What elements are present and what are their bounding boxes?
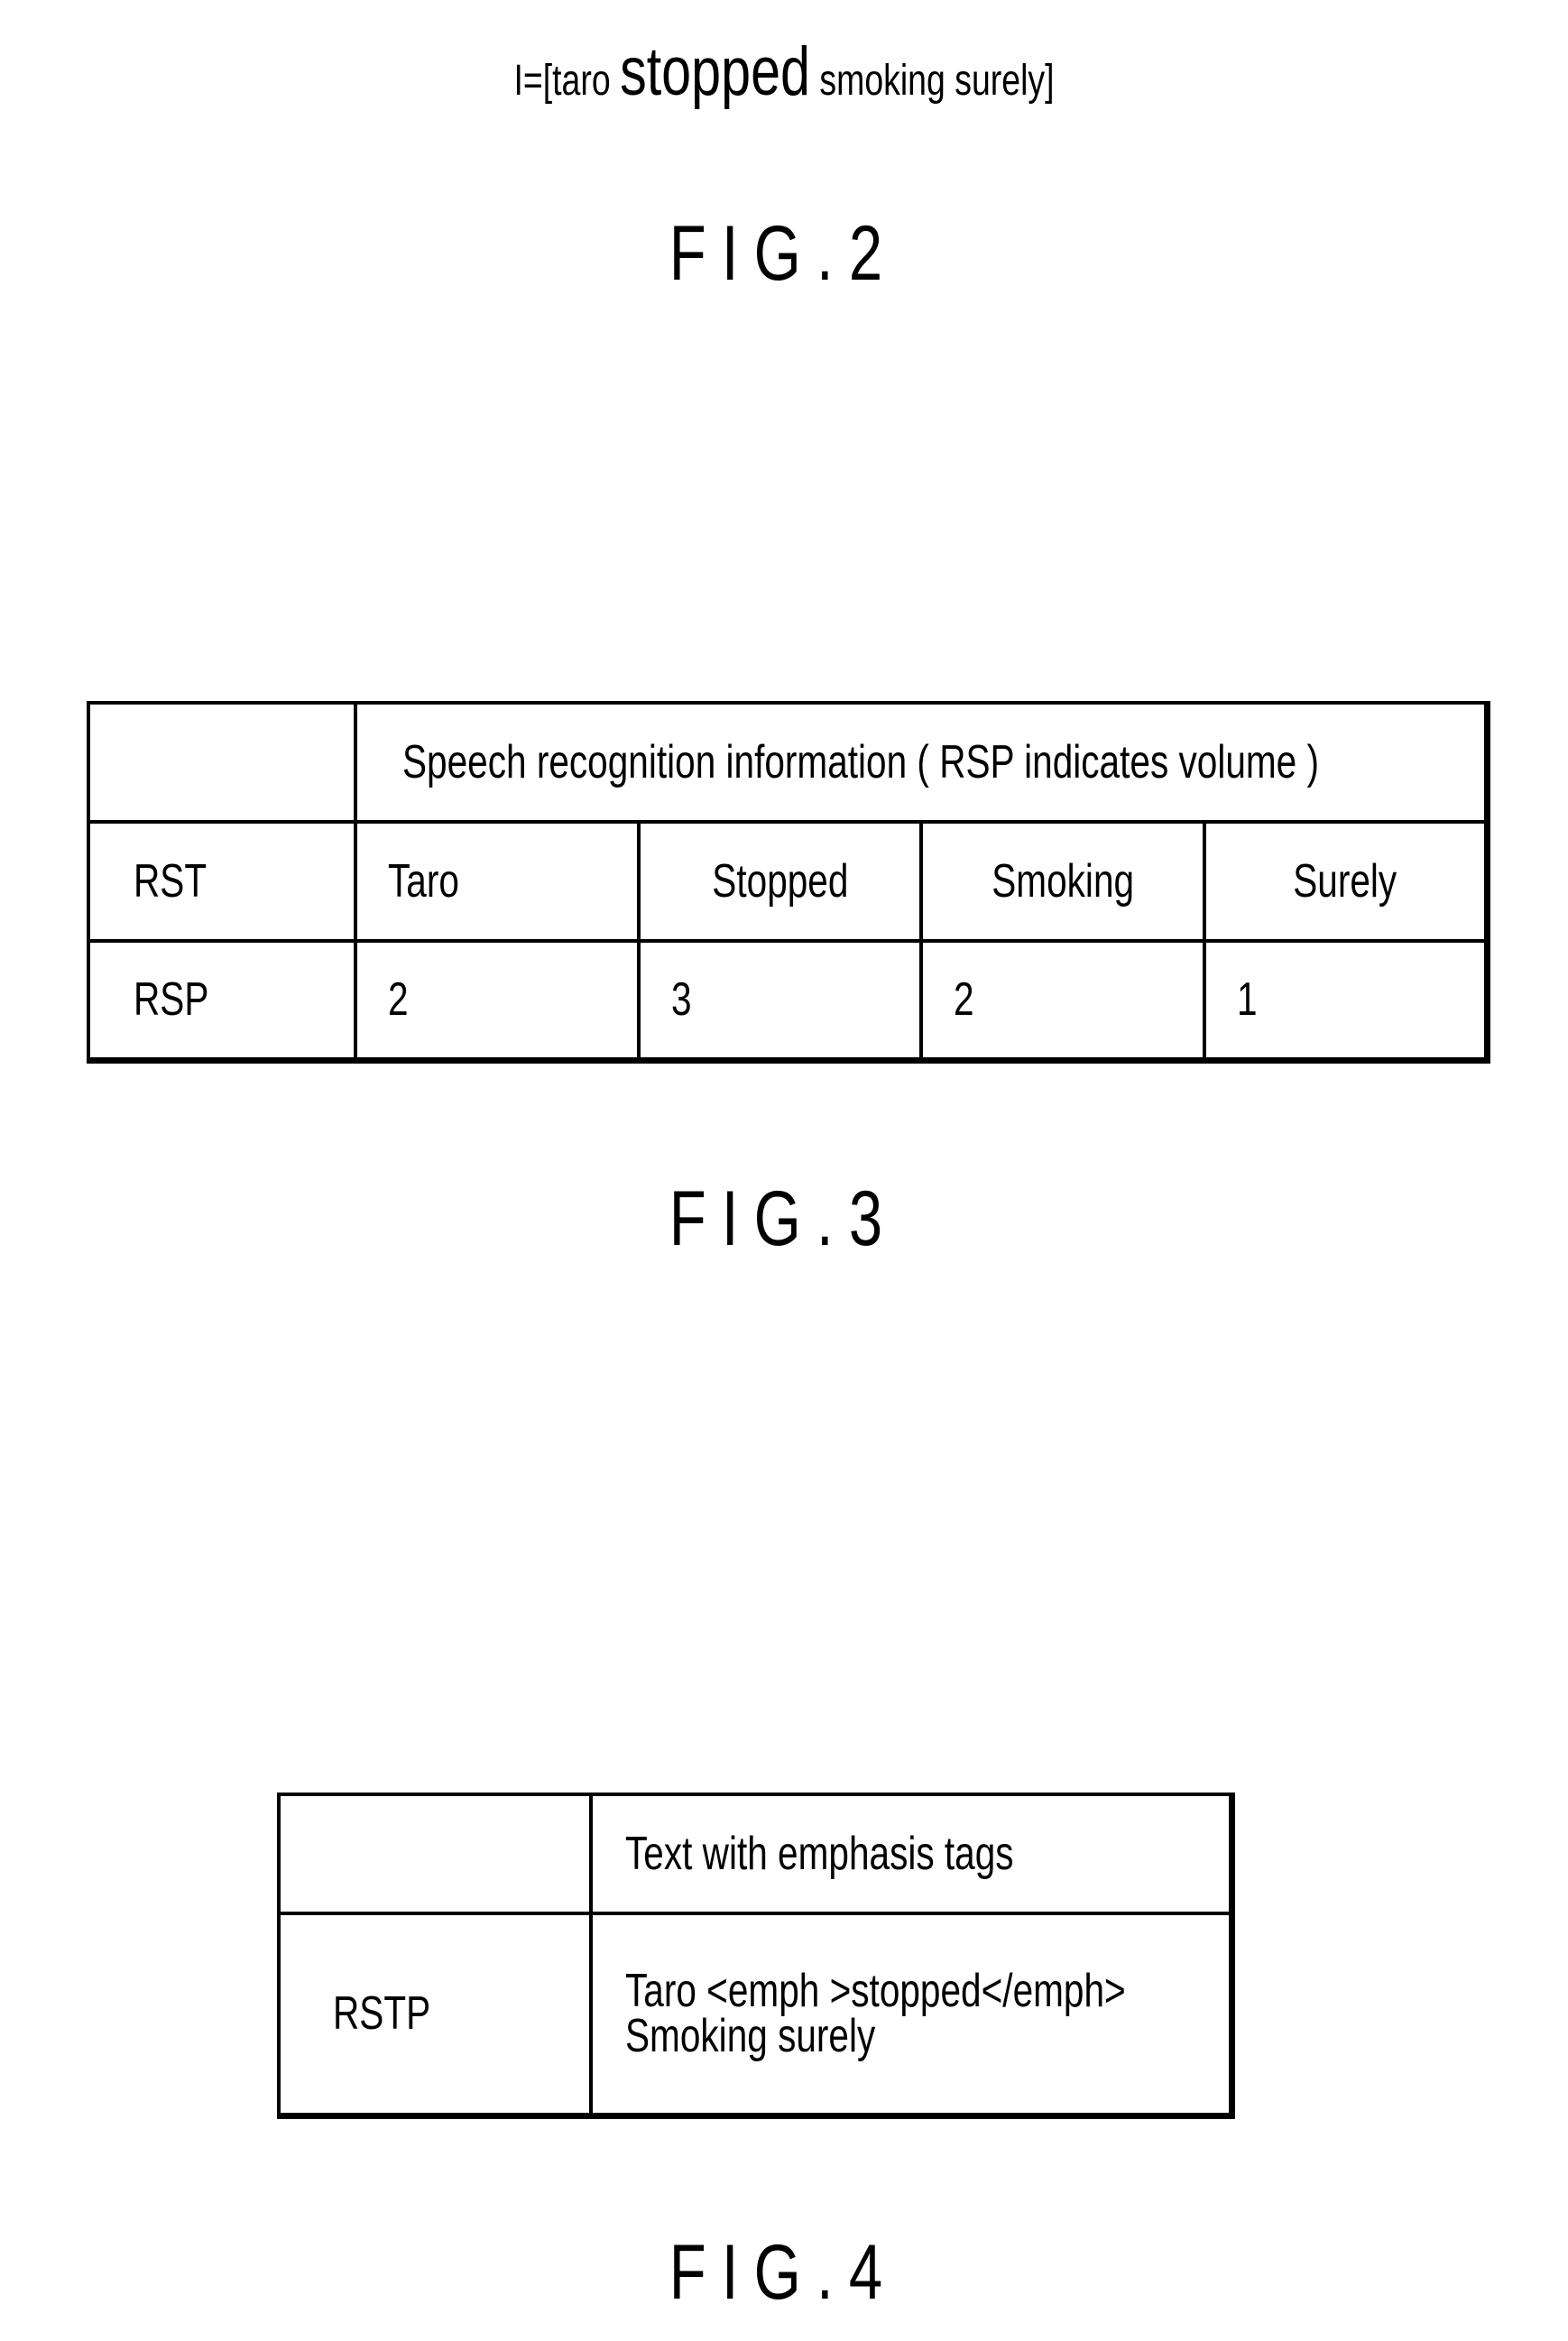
fig4-header-cell: Text with emphasis tags bbox=[589, 1793, 1234, 1915]
fig4-header-text: Text with emphasis tags bbox=[625, 1828, 1014, 1880]
fig3-label-text: FIG.3 bbox=[669, 1175, 899, 1262]
table-cell: 2 bbox=[919, 939, 1206, 1062]
row-label: RST bbox=[87, 820, 357, 943]
cell-text: Taro bbox=[388, 855, 459, 908]
cell-text: 3 bbox=[670, 973, 692, 1027]
row-label-text: RST bbox=[134, 855, 208, 908]
table-cell: Surely bbox=[1202, 820, 1490, 943]
table-cell: Taro <emph >stopped</emph> Smoking surel… bbox=[589, 1912, 1234, 2117]
cell-text: Smoking bbox=[992, 855, 1134, 908]
table-cell: 1 bbox=[1202, 939, 1490, 1062]
fig3-label: FIG.3 bbox=[0, 1175, 1568, 1264]
table-cell: Smoking bbox=[919, 820, 1206, 943]
fig2-sentence: I=[taro stopped smoking surely] bbox=[0, 36, 1568, 117]
cell-text: 2 bbox=[388, 973, 409, 1027]
table-cell: 2 bbox=[354, 939, 641, 1062]
table-cell: Stopped bbox=[636, 820, 924, 943]
fig4-table: Text with emphasis tags RSTP Taro <emph … bbox=[277, 1793, 1235, 2119]
sentence-prefix: I=[taro bbox=[513, 57, 621, 105]
cell-text: Stopped bbox=[711, 855, 848, 908]
fig4-label-text: FIG.4 bbox=[669, 2229, 899, 2316]
tagged-text-line-2: Smoking surely bbox=[625, 2010, 876, 2063]
row-label-text: RSTP bbox=[333, 1987, 431, 2041]
fig3-corner-cell bbox=[87, 701, 357, 824]
cell-text: 2 bbox=[954, 973, 974, 1027]
fig2-label-text: FIG.2 bbox=[669, 210, 899, 297]
table-cell: 3 bbox=[636, 939, 924, 1062]
sentence-emphasized-word: stopped bbox=[620, 33, 811, 110]
row-label: RSTP bbox=[277, 1912, 593, 2117]
fig4-corner-cell bbox=[277, 1793, 593, 1915]
fig2-sentence-text: I=[taro stopped smoking surely] bbox=[513, 36, 1054, 117]
row-label: RSP bbox=[87, 939, 357, 1062]
table-row: RSTP Taro <emph >stopped</emph> Smoking … bbox=[277, 1912, 1234, 2117]
fig4-label: FIG.4 bbox=[0, 2228, 1568, 2318]
fig2-label: FIG.2 bbox=[0, 209, 1568, 299]
fig4-header-row: Text with emphasis tags bbox=[277, 1793, 1234, 1915]
tagged-text-line-1: Taro <emph >stopped</emph> bbox=[625, 1965, 1126, 2018]
fig3-header-row: Speech recognition information ( RSP ind… bbox=[87, 701, 1490, 824]
table-row: RST Taro Stopped Smoking Surely bbox=[87, 820, 1490, 943]
cell-text: Surely bbox=[1293, 855, 1397, 908]
cell-text: 1 bbox=[1236, 973, 1258, 1027]
fig3-header-cell: Speech recognition information ( RSP ind… bbox=[354, 701, 1490, 824]
table-row: RSP 2 3 2 1 bbox=[87, 939, 1490, 1062]
fig3-header-text: Speech recognition information ( RSP ind… bbox=[402, 736, 1320, 788]
fig3-table: Speech recognition information ( RSP ind… bbox=[87, 701, 1490, 1064]
table-cell: Taro bbox=[354, 820, 641, 943]
sentence-suffix: smoking surely] bbox=[810, 57, 1055, 105]
row-label-text: RSP bbox=[134, 973, 209, 1027]
